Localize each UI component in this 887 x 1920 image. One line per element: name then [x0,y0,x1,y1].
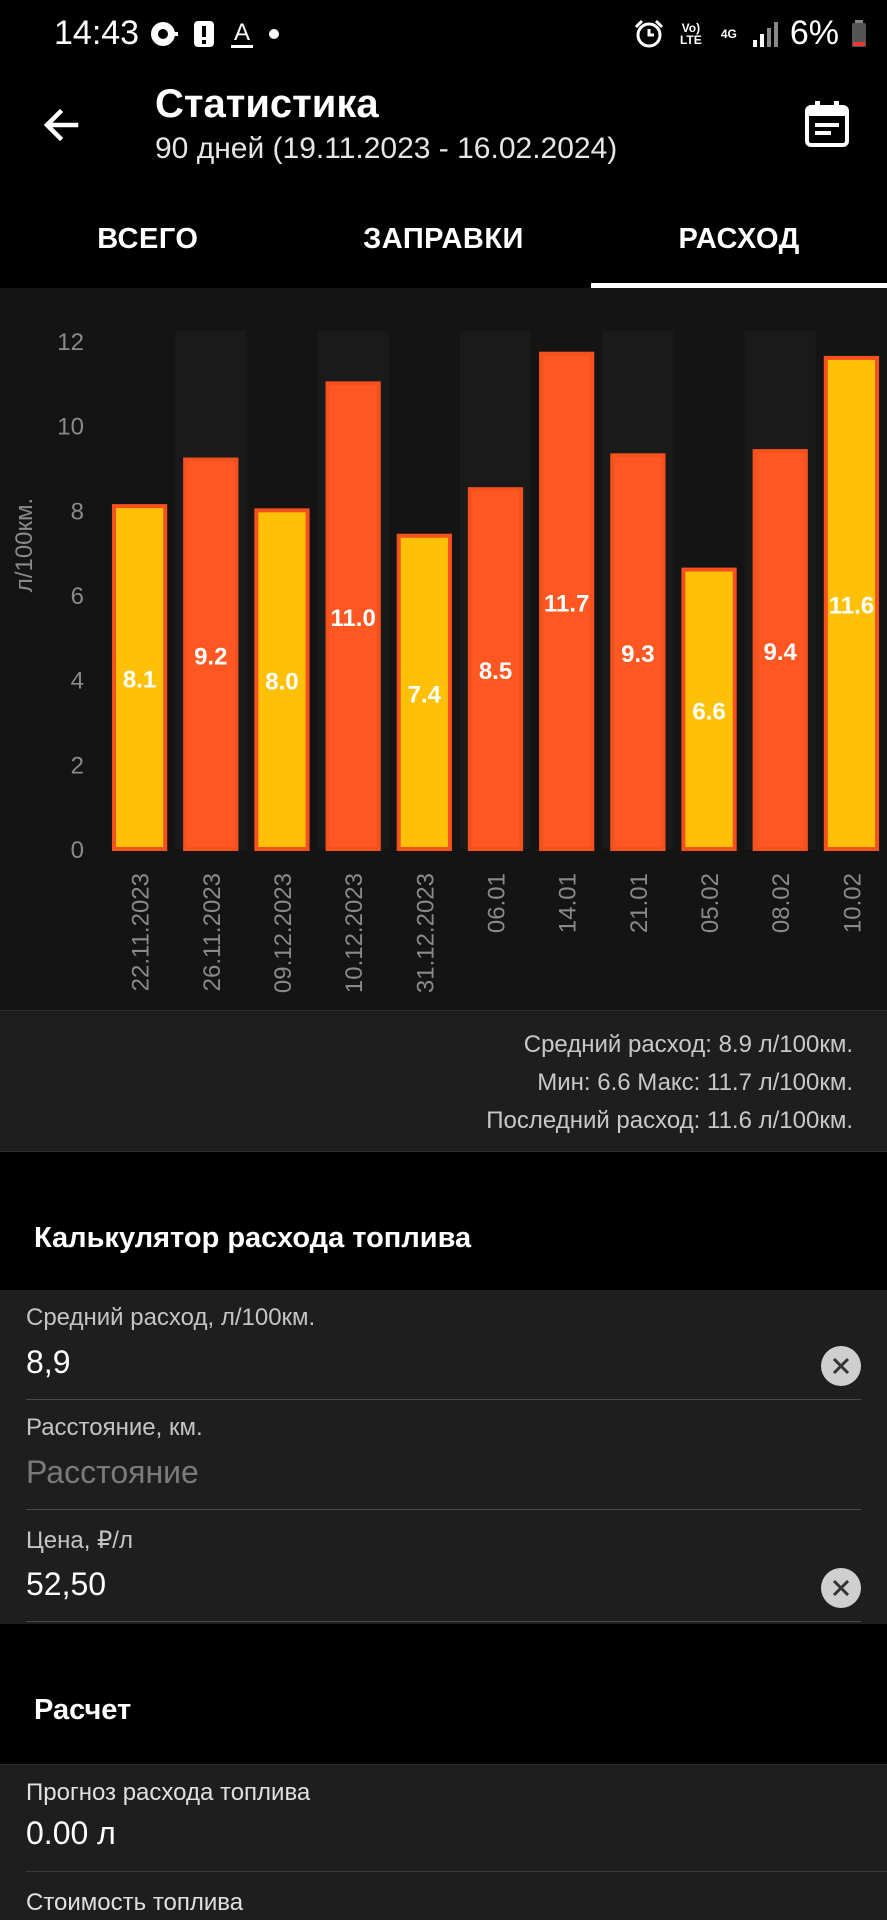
bar-value-label: 9.3 [621,641,654,668]
x-tick-label: 09.12.2023 [270,873,297,993]
bar-value-label: 7.4 [408,681,442,708]
result-divider [26,1871,887,1872]
x-tick-label: 26.11.2023 [199,873,226,991]
calculator-title: Калькулятор расхода топлива [34,1222,472,1254]
signal-icon [752,21,778,47]
bar-value-label: 8.0 [265,669,298,696]
back-button[interactable] [36,100,86,150]
page-title: Статистика [155,82,379,126]
consumption-chart: 0 2 4 6 8 10 12 л/100км. 8.1 22.11.2023 9.2 26.11.2… [0,288,887,1010]
bar-value-label: 9.2 [194,643,227,670]
forecast-value: 0.00 л [26,1815,116,1851]
avg-consumption-text: Средний расход: 8.9 л/100км. [523,1031,853,1058]
y-tick-label: 4 [71,668,84,695]
x-tick-label: 22.11.2023 [128,873,155,991]
avg-consumption-field[interactable]: Средний расход, л/100км. 8,9 [26,1304,861,1400]
x-tick-label: 31.12.2023 [412,873,439,993]
alarm-icon [634,19,663,47]
alert-icon [194,21,214,47]
close-icon [832,1579,850,1597]
svg-text:A: A [234,19,250,46]
avg-clear-button[interactable] [821,1346,861,1386]
close-icon [832,1357,850,1375]
calculator-section-header: Калькулятор расхода топлива [0,1152,887,1290]
tab-total[interactable]: ВСЕГО [0,190,296,288]
result-card: Прогноз расхода топлива 0.00 л Стоимость… [0,1764,887,1920]
calendar-icon [805,101,849,147]
bar-value-label: 8.5 [479,658,512,685]
bar-value-label: 8.1 [123,667,156,694]
avg-consumption-value[interactable]: 8,9 [26,1344,70,1381]
price-clear-button[interactable] [821,1568,861,1608]
bar-value-label: 11.7 [544,590,589,617]
y-axis-label: л/100км. [11,498,38,592]
bar-value-label: 6.6 [692,698,725,725]
forecast-label: Прогноз расхода топлива [26,1779,311,1806]
chart-svg: 0 2 4 6 8 10 12 л/100км. 8.1 22.11.2023 9.2 26.11.2… [11,329,880,993]
tab-refuels[interactable]: ЗАПРАВКИ [296,190,592,288]
min-max-text: Мин: 6.6 Макс: 11.7 л/100км. [537,1069,853,1096]
battery-icon [852,19,866,47]
battery-percent: 6% [789,14,839,52]
cost-label: Стоимость топлива [26,1889,244,1916]
page-subtitle: 90 дней (19.11.2023 - 16.02.2024) [155,132,618,165]
calculator-card: Средний расход, л/100км. 8,9 Расстояние,… [0,1290,887,1624]
x-tick-label: 08.02 [768,873,795,933]
result-section-header: Расчет [0,1624,887,1764]
status-bar: 14:43 A Vo) LTE 4G 6% [0,0,887,70]
x-tick-label: 10.02 [839,873,866,933]
price-label: Цена, ₽/л [26,1527,133,1554]
x-tick-label: 10.12.2023 [341,873,368,993]
network-type-icon: 4G [720,26,737,41]
distance-field[interactable]: Расстояние, км. Расстояние [26,1414,861,1510]
consumption-summary: Средний расход: 8.9 л/100км. Мин: 6.6 Ма… [0,1010,887,1152]
x-tick-label: 06.01 [484,873,511,933]
status-icons-right: Vo) LTE 4G 6% [634,14,867,53]
x-tick-label: 14.01 [555,873,582,933]
tab-bar: ВСЕГО ЗАПРАВКИ РАСХОД [0,190,887,288]
distance-label: Расстояние, км. [26,1414,203,1441]
price-field[interactable]: Цена, ₽/л 52,50 [26,1526,861,1622]
notification-app-icon [151,22,178,46]
y-tick-label: 12 [57,329,84,356]
avg-consumption-label: Средний расход, л/100км. [26,1304,316,1331]
x-tick-label: 05.02 [697,873,724,933]
y-tick-label: 6 [71,583,84,610]
app-bar: Статистика 90 дней (19.11.2023 - 16.02.2… [0,70,887,190]
dot-icon [269,29,279,39]
arrow-left-icon [43,108,79,142]
bar-value-label: 9.4 [764,639,798,666]
bar-value-label: 11.6 [829,592,874,619]
price-value[interactable]: 52,50 [26,1566,106,1603]
calendar-button[interactable] [801,98,853,150]
x-tick-label: 21.01 [626,873,653,933]
y-tick-label: 8 [71,498,84,525]
result-title: Расчет [34,1694,132,1726]
volte-icon: Vo) LTE [679,20,702,47]
distance-placeholder[interactable]: Расстояние [26,1454,199,1491]
bar-value-label: 11.0 [330,605,375,632]
text-a-icon: A [231,19,253,48]
y-tick-label: 2 [71,752,84,779]
y-tick-label: 0 [71,837,84,864]
status-icons-left: A [148,18,280,50]
y-tick-label: 10 [57,414,84,441]
tab-consumption[interactable]: РАСХОД [591,190,887,288]
status-time: 14:43 [54,14,140,52]
last-consumption-text: Последний расход: 11.6 л/100км. [486,1107,853,1134]
